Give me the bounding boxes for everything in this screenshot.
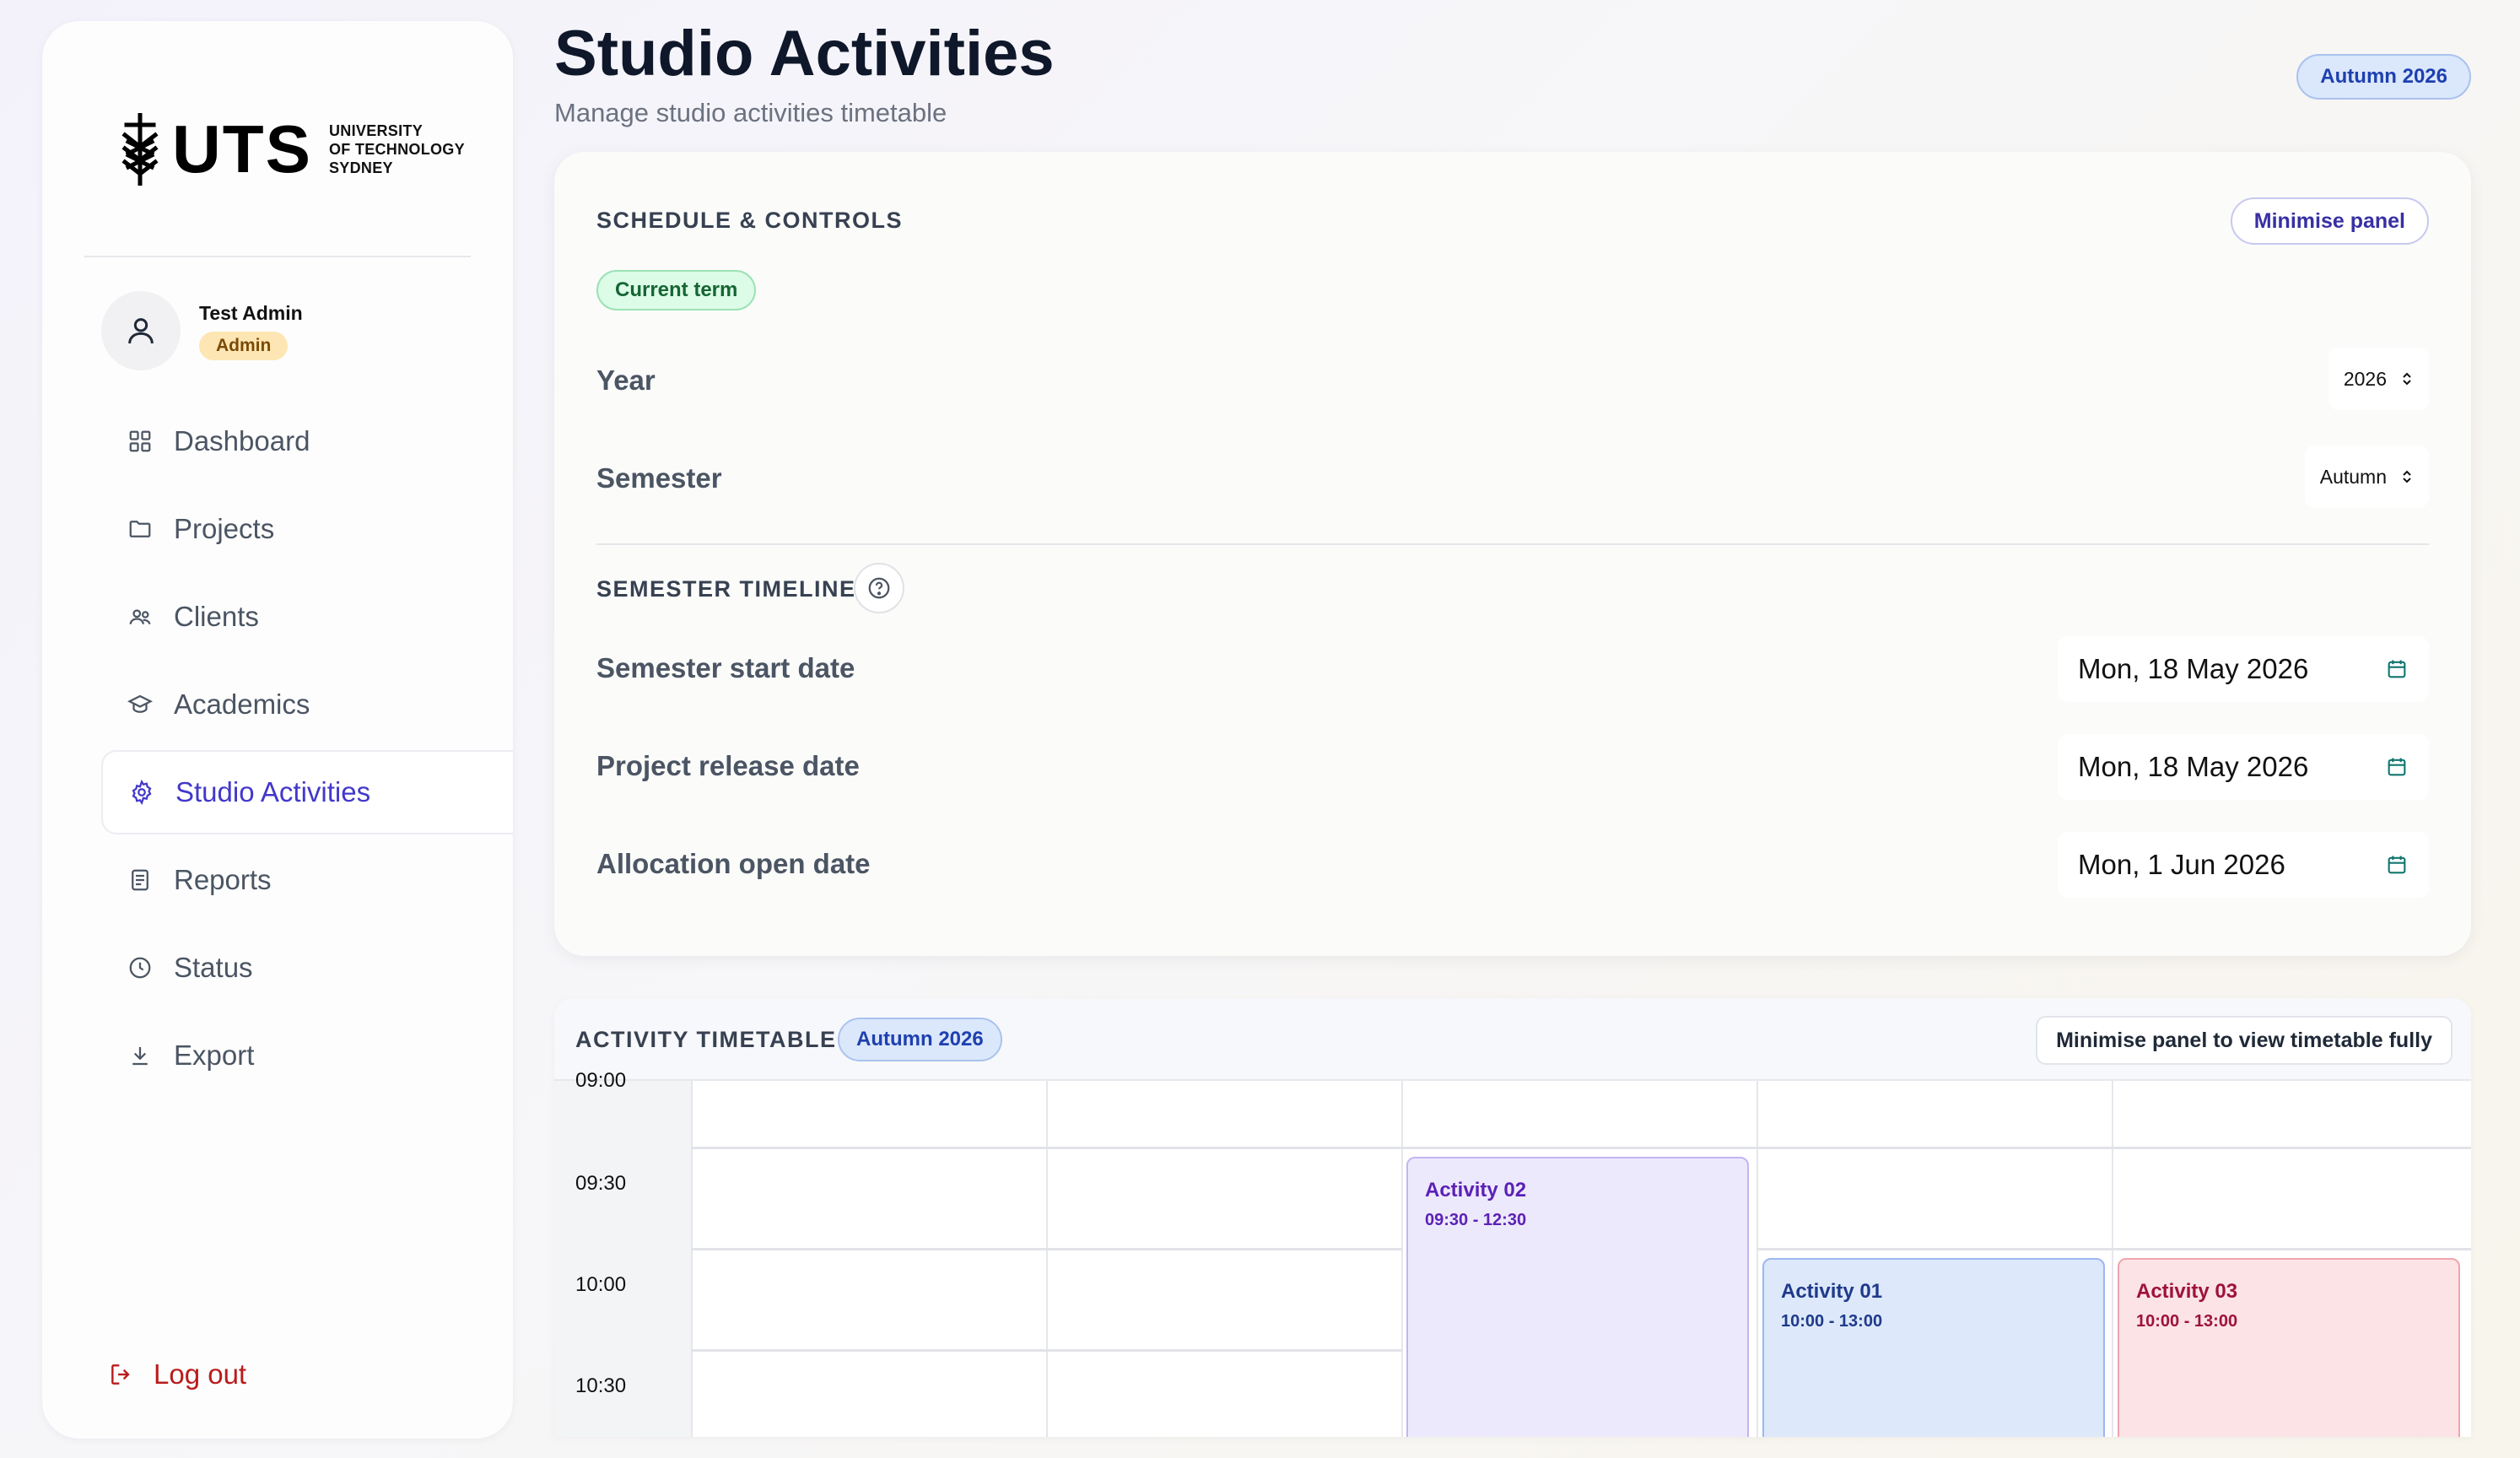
logo-subtitle: UNIVERSITY OF TECHNOLOGY SYDNEY bbox=[329, 122, 465, 177]
year-select[interactable]: 2026 bbox=[2328, 348, 2429, 410]
sidebar-item-label: Reports bbox=[174, 864, 272, 895]
sidebar: UTS UNIVERSITY OF TECHNOLOGY SYDNEY Test… bbox=[42, 21, 513, 1439]
allocation-open-date-field[interactable]: Mon, 1 Jun 2026 bbox=[2058, 832, 2429, 898]
semester-label: Semester bbox=[596, 462, 722, 494]
year-label: Year bbox=[596, 364, 656, 396]
sidebar-item-reports[interactable]: Reports bbox=[101, 838, 513, 922]
sidebar-item-label: Dashboard bbox=[174, 425, 310, 456]
sidebar-item-clients[interactable]: Clients bbox=[101, 575, 513, 659]
avatar bbox=[101, 291, 181, 370]
sidebar-item-label: Studio Activities bbox=[175, 776, 371, 807]
current-term-badge: Current term bbox=[596, 270, 757, 310]
timetable-grid[interactable]: 09:00 09:30 10:00 10:30 Activity 02 09:3… bbox=[554, 1069, 2471, 1437]
panel-divider bbox=[596, 543, 2429, 545]
slot-line bbox=[691, 1147, 2471, 1149]
user-profile: Test Admin Admin bbox=[101, 291, 303, 370]
schedule-panel: SCHEDULE & CONTROLS Minimise panel Curre… bbox=[554, 152, 2471, 956]
sidebar-item-label: Status bbox=[174, 952, 253, 983]
time-column: 09:00 09:30 10:00 10:30 bbox=[554, 1069, 691, 1437]
chevron-updown-icon bbox=[2400, 468, 2414, 485]
page-title: Studio Activities bbox=[554, 18, 1055, 89]
timetable-header: ACTIVITY TIMETABLE Autumn 2026 Minimise … bbox=[554, 998, 2471, 1081]
grid-icon bbox=[127, 428, 154, 455]
logout-button[interactable]: Log out bbox=[108, 1358, 246, 1390]
document-icon bbox=[127, 867, 154, 894]
project-release-label: Project release date bbox=[596, 750, 860, 781]
minimise-to-view-timetable-button[interactable]: Minimise panel to view timetable fully bbox=[2036, 1016, 2453, 1065]
sidebar-item-status[interactable]: Status bbox=[101, 926, 513, 1010]
logo-wordmark: UTS bbox=[172, 111, 312, 186]
logo-subtitle-line: SYDNEY bbox=[329, 159, 393, 176]
activity-event[interactable]: Activity 01 10:00 - 13:00 bbox=[1762, 1258, 2105, 1437]
uts-crest-icon bbox=[121, 113, 159, 186]
activity-event[interactable]: Activity 03 10:00 - 13:00 bbox=[2118, 1258, 2460, 1437]
sidebar-nav: Dashboard Projects Clients Academics Stu… bbox=[101, 399, 513, 1101]
day-column bbox=[1046, 1081, 1401, 1437]
timetable-term-badge: Autumn 2026 bbox=[838, 1018, 1002, 1061]
help-icon[interactable] bbox=[854, 563, 904, 613]
semester-select[interactable]: Autumn bbox=[2304, 446, 2429, 508]
user-name: Test Admin bbox=[199, 301, 303, 324]
folder-icon bbox=[127, 516, 154, 543]
sidebar-item-label: Academics bbox=[174, 688, 310, 720]
project-release-value: Mon, 18 May 2026 bbox=[2078, 751, 2309, 782]
sidebar-item-export[interactable]: Export bbox=[101, 1013, 513, 1098]
minimise-panel-button[interactable]: Minimise panel bbox=[2230, 197, 2429, 245]
logo-subtitle-line: UNIVERSITY bbox=[329, 122, 424, 139]
logo-subtitle-line: OF TECHNOLOGY bbox=[329, 141, 465, 158]
sidebar-divider bbox=[84, 256, 471, 257]
role-badge: Admin bbox=[199, 331, 289, 360]
calendar-icon bbox=[2388, 758, 2406, 776]
activity-timetable: ACTIVITY TIMETABLE Autumn 2026 Minimise … bbox=[554, 998, 2471, 1437]
users-icon bbox=[127, 603, 154, 630]
time-label: 10:00 bbox=[575, 1273, 627, 1296]
event-title: Activity 03 bbox=[2136, 1280, 2238, 1303]
event-title: Activity 01 bbox=[1781, 1280, 1883, 1303]
allocation-open-label: Allocation open date bbox=[596, 848, 871, 879]
slot-line bbox=[691, 1248, 1401, 1250]
sidebar-item-projects[interactable]: Projects bbox=[101, 487, 513, 571]
slot-line bbox=[691, 1349, 1401, 1352]
gear-icon bbox=[128, 779, 155, 806]
event-time: 10:00 - 13:00 bbox=[1781, 1312, 1883, 1331]
activity-event[interactable]: Activity 02 09:30 - 12:30 bbox=[1406, 1157, 1749, 1437]
allocation-open-value: Mon, 1 Jun 2026 bbox=[2078, 849, 2285, 880]
term-badge: Autumn 2026 bbox=[2296, 54, 2471, 100]
calendar-icon bbox=[2388, 660, 2406, 678]
project-release-date-field[interactable]: Mon, 18 May 2026 bbox=[2058, 734, 2429, 800]
event-time: 09:30 - 12:30 bbox=[1425, 1211, 1527, 1229]
graduation-cap-icon bbox=[127, 691, 154, 718]
semester-value: Autumn bbox=[2319, 465, 2387, 488]
clock-icon bbox=[127, 954, 154, 981]
semester-start-label: Semester start date bbox=[596, 652, 855, 683]
time-label: 09:00 bbox=[575, 1069, 627, 1092]
sidebar-item-dashboard[interactable]: Dashboard bbox=[101, 399, 513, 483]
day-column bbox=[691, 1081, 1046, 1437]
page-subtitle: Manage studio activities timetable bbox=[554, 98, 947, 127]
logout-icon bbox=[111, 1364, 130, 1385]
logout-label: Log out bbox=[154, 1358, 247, 1390]
semester-start-date-field[interactable]: Mon, 18 May 2026 bbox=[2058, 636, 2429, 702]
semester-start-value: Mon, 18 May 2026 bbox=[2078, 653, 2309, 684]
calendar-icon bbox=[2388, 856, 2406, 874]
sidebar-item-label: Projects bbox=[174, 513, 275, 544]
sidebar-item-academics[interactable]: Academics bbox=[101, 662, 513, 747]
timeline-section-title: SEMESTER TIMELINE bbox=[596, 576, 856, 602]
event-title: Activity 02 bbox=[1425, 1179, 1527, 1202]
sidebar-item-studio-activities[interactable]: Studio Activities bbox=[101, 750, 513, 834]
chevron-updown-icon bbox=[2400, 370, 2414, 387]
time-label: 09:30 bbox=[575, 1172, 627, 1195]
year-value: 2026 bbox=[2343, 367, 2387, 390]
download-icon bbox=[127, 1042, 154, 1069]
sidebar-item-label: Clients bbox=[174, 601, 259, 632]
event-time: 10:00 - 13:00 bbox=[2136, 1312, 2238, 1331]
uts-logo: UTS UNIVERSITY OF TECHNOLOGY SYDNEY bbox=[120, 103, 465, 196]
user-icon bbox=[128, 318, 154, 344]
schedule-section-title: SCHEDULE & CONTROLS bbox=[596, 208, 904, 233]
sidebar-item-label: Export bbox=[174, 1040, 255, 1071]
time-label: 10:30 bbox=[575, 1374, 627, 1397]
timetable-title: ACTIVITY TIMETABLE bbox=[575, 1027, 837, 1052]
slot-line bbox=[1756, 1248, 2471, 1250]
